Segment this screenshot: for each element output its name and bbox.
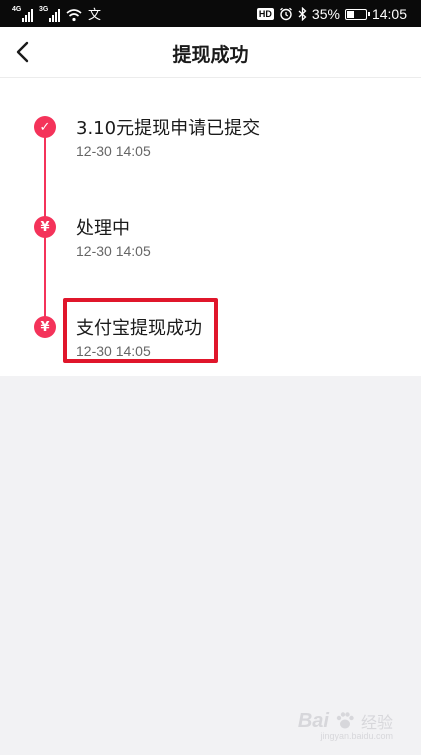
- watermark-logo-text: Bai: [297, 709, 329, 732]
- network-type-label: 4G: [12, 6, 22, 13]
- yuan-icon: ¥: [34, 316, 56, 338]
- signal-strength-icon: 4G: [12, 6, 33, 22]
- status-left-icons: 4G 3G 文: [12, 6, 101, 22]
- status-right-icons: HD 35% 14:05: [256, 5, 407, 23]
- watermark-suffix-text: 经验: [360, 715, 393, 732]
- paw-logo-icon: [336, 712, 354, 729]
- baidu-jingyan-watermark: Bai 经验 jingyan.baidu.com: [297, 709, 393, 742]
- page-title: 提现成功: [172, 44, 249, 66]
- status-bar: 4G 3G 文 HD 35% 14:05: [0, 0, 421, 27]
- step-time: 12-30 14:05: [76, 243, 151, 259]
- network-type-label-2: 3G: [39, 6, 49, 13]
- timeline-step-submitted: ✓ 3.10元提现申请已提交 12-30 14:05: [0, 106, 421, 166]
- navigation-bar: 提现成功: [0, 27, 421, 78]
- step-title: 处理中: [76, 218, 130, 239]
- notification-icon: 文: [88, 7, 102, 22]
- status-time: 14:05: [371, 6, 407, 22]
- yuan-icon: ¥: [34, 216, 56, 238]
- alarm-icon: [279, 7, 292, 21]
- battery-icon: [344, 8, 370, 20]
- step-title: 3.10元提现申请已提交: [76, 118, 261, 139]
- bluetooth-icon: [298, 7, 307, 21]
- battery-percent: 35%: [311, 6, 340, 22]
- hd-badge: HD: [256, 8, 274, 20]
- highlight-annotation-box: [63, 298, 218, 363]
- wifi-icon: [66, 9, 82, 22]
- step-time: 12-30 14:05: [76, 143, 151, 159]
- check-icon: ✓: [34, 116, 56, 138]
- signal-strength-icon-2: 3G: [39, 6, 60, 22]
- withdrawal-timeline: ✓ 3.10元提现申请已提交 12-30 14:05 ¥ 处理中 12-30 1…: [0, 78, 421, 376]
- timeline-step-processing: ¥ 处理中 12-30 14:05: [0, 206, 421, 266]
- watermark-url-text: jingyan.baidu.com: [320, 731, 393, 741]
- battery-level: [346, 10, 354, 18]
